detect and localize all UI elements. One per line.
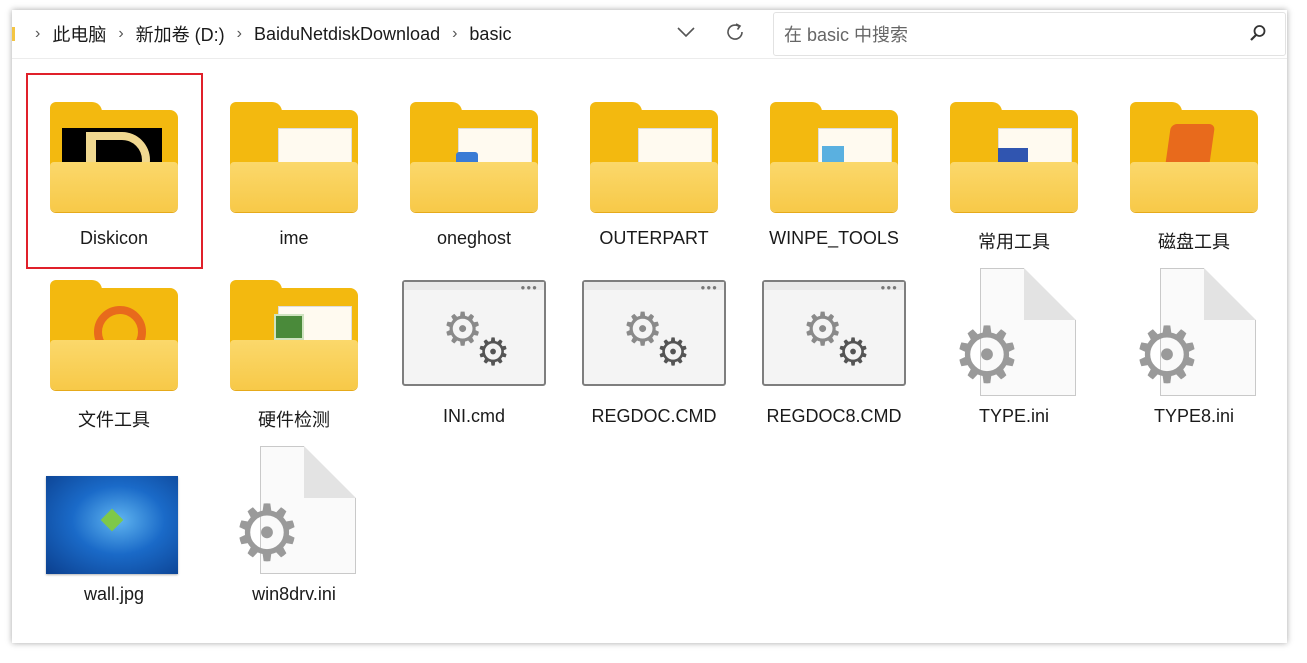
item-label: wall.jpg (83, 584, 145, 604)
folder-item-hardware-detect[interactable]: 硬件检测 (206, 246, 382, 436)
folder-item-file-tools[interactable]: 文件工具 (26, 246, 202, 436)
item-label: REGDOC.CMD (591, 406, 717, 426)
folder-item-oneghost[interactable]: oneghost (386, 68, 562, 258)
item-label: win8drv.ini (252, 584, 336, 604)
item-label: REGDOC8.CMD (766, 406, 902, 426)
chevron-right-icon: › (452, 25, 458, 42)
folder-item-diskicon[interactable]: Diskicon (26, 68, 202, 258)
search-input[interactable]: 在 basic 中搜索 (773, 12, 1286, 56)
folder-icon (1130, 102, 1258, 214)
folder-item-disk-tools[interactable]: 磁盘工具 (1106, 68, 1282, 258)
file-item-wall-jpg[interactable]: wall.jpg (26, 424, 202, 614)
item-label: TYPE.ini (978, 406, 1050, 426)
folder-item-common-tools[interactable]: 常用工具 (926, 68, 1102, 258)
item-label: TYPE8.ini (1153, 406, 1235, 426)
folder-item-winpe-tools[interactable]: WINPE_TOOLS (746, 68, 922, 258)
folder-item-outerpart[interactable]: OUTERPART (566, 68, 742, 258)
folder-item-ime[interactable]: ime (206, 68, 382, 258)
folder-icon (230, 102, 358, 214)
folder-stub-icon (12, 27, 15, 41)
search-icon[interactable] (1249, 24, 1267, 47)
breadcrumb-drive[interactable]: 新加卷 (D:) (132, 21, 229, 47)
folder-icon (50, 280, 178, 392)
ini-file-icon: ⚙ (942, 268, 1086, 398)
file-item-type-ini[interactable]: ⚙ TYPE.ini (926, 246, 1102, 436)
cmd-file-icon: ●●● ⚙ ⚙ (762, 280, 906, 386)
file-item-regdoc-cmd[interactable]: ●●● ⚙ ⚙ REGDOC.CMD (566, 246, 742, 436)
ini-file-icon: ⚙ (1122, 268, 1266, 398)
folder-icon (50, 102, 178, 214)
cmd-file-icon: ●●● ⚙ ⚙ (402, 280, 546, 386)
chevron-right-icon: › (236, 25, 242, 42)
file-item-win8drv-ini[interactable]: ⚙ win8drv.ini (206, 424, 382, 614)
breadcrumb-baidu[interactable]: BaiduNetdiskDownload (250, 24, 444, 45)
folder-icon (410, 102, 538, 214)
item-label: INI.cmd (442, 406, 505, 426)
gear-icon: ⚙ (836, 332, 871, 374)
cmd-file-icon: ●●● ⚙ ⚙ (582, 280, 726, 386)
folder-icon (590, 102, 718, 214)
file-item-type8-ini[interactable]: ⚙ TYPE8.ini (1106, 246, 1282, 436)
gear-icon: ⚙ (476, 332, 511, 374)
gear-icon: ⚙ (952, 311, 1022, 399)
file-explorer-window: › 此电脑 › 新加卷 (D:) › BaiduNetdiskDownload … (12, 10, 1287, 643)
image-thumbnail (46, 476, 178, 576)
gear-icon: ⚙ (1132, 311, 1202, 399)
breadcrumb-this-pc[interactable]: 此电脑 (48, 21, 110, 47)
folder-icon (230, 280, 358, 392)
chevron-down-icon[interactable] (671, 18, 701, 46)
divider (12, 58, 1287, 59)
folder-icon (770, 102, 898, 214)
file-item-ini-cmd[interactable]: ●●● ⚙ ⚙ INI.cmd (386, 246, 562, 436)
address-bar[interactable]: › 此电脑 › 新加卷 (D:) › BaiduNetdiskDownload … (12, 12, 772, 56)
ini-file-icon: ⚙ (222, 446, 366, 576)
search-placeholder: 在 basic 中搜索 (784, 25, 909, 45)
gear-icon: ⚙ (232, 489, 302, 577)
chevron-right-icon: › (35, 25, 41, 42)
breadcrumb-basic[interactable]: basic (465, 24, 515, 45)
file-item-regdoc8-cmd[interactable]: ●●● ⚙ ⚙ REGDOC8.CMD (746, 246, 922, 436)
gear-icon: ⚙ (656, 332, 691, 374)
refresh-icon[interactable] (720, 18, 750, 46)
folder-icon (950, 102, 1078, 214)
chevron-right-icon: › (118, 25, 124, 42)
